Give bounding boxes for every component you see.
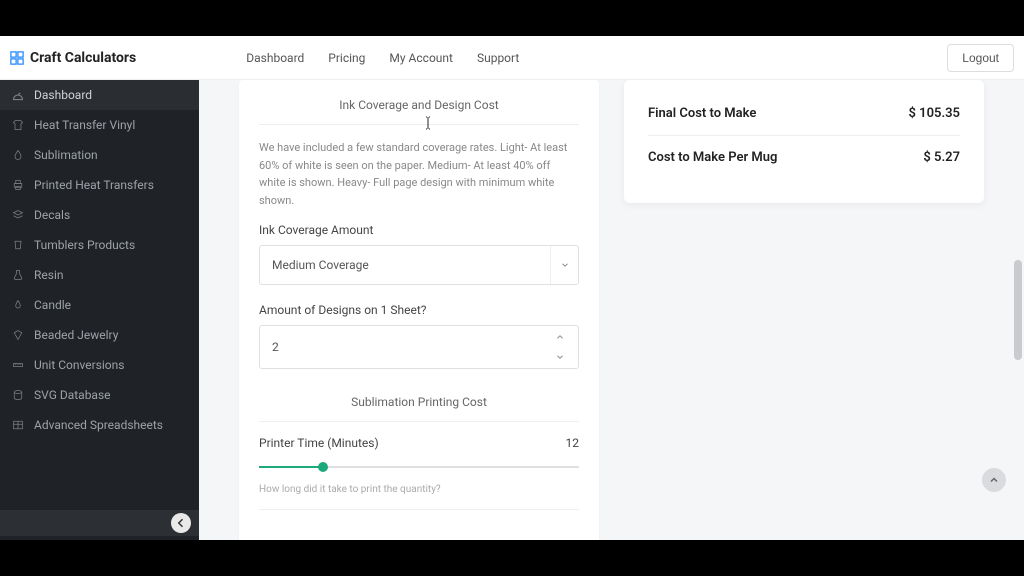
coverage-select[interactable]: Medium Coverage	[259, 245, 579, 285]
shirt-icon	[12, 119, 24, 131]
coverage-description: We have included a few standard coverage…	[259, 139, 579, 209]
nav-support[interactable]: Support	[477, 51, 519, 65]
sidebar-item-spreadsheets[interactable]: Advanced Spreadsheets	[0, 410, 199, 440]
gauge-icon	[12, 89, 24, 101]
sidebar-item-label: Tumblers Products	[34, 238, 135, 252]
sidebar-item-dashboard[interactable]: Dashboard	[0, 80, 199, 110]
sidebar-footer	[0, 510, 199, 536]
sidebar-item-label: SVG Database	[34, 388, 111, 402]
calculator-form: Ink Coverage and Design Cost We have inc…	[239, 80, 599, 540]
result-value: $ 105.35	[909, 106, 961, 121]
printer-time-label: Printer Time (Minutes)	[259, 436, 379, 450]
sidebar-item-sublimation[interactable]: Sublimation	[0, 140, 199, 170]
result-row-final: Final Cost to Make $ 105.35	[648, 92, 960, 135]
result-row-per-mug: Cost to Make Per Mug $ 5.27	[648, 135, 960, 179]
sidebar-item-htv[interactable]: Heat Transfer Vinyl	[0, 110, 199, 140]
sidebar-item-label: Candle	[34, 298, 71, 312]
printer-time-value: 12	[566, 436, 580, 450]
step-up-button[interactable]	[550, 330, 570, 344]
step-down-button[interactable]	[550, 350, 570, 364]
sidebar-item-unit-conversions[interactable]: Unit Conversions	[0, 350, 199, 380]
sidebar-item-decals[interactable]: Decals	[0, 200, 199, 230]
result-label: Final Cost to Make	[648, 106, 756, 121]
sidebar-item-label: Beaded Jewelry	[34, 328, 118, 342]
ruler-icon	[12, 359, 24, 371]
brand-logo[interactable]: Craft Calculators	[10, 50, 136, 66]
sidebar-item-pht[interactable]: Printed Heat Transfers	[0, 170, 199, 200]
section-title-printing: Sublimation Printing Cost	[259, 377, 579, 421]
chevron-down-icon	[550, 246, 578, 284]
sidebar-item-label: Decals	[34, 208, 70, 222]
sidebar-item-tumblers[interactable]: Tumblers Products	[0, 230, 199, 260]
sidebar-item-label: Sublimation	[34, 148, 98, 162]
sidebar-item-candle[interactable]: Candle	[0, 290, 199, 320]
sidebar-item-label: Heat Transfer Vinyl	[34, 118, 135, 132]
logout-button[interactable]: Logout	[947, 44, 1014, 72]
coverage-value: Medium Coverage	[272, 258, 369, 272]
sidebar: Dashboard Heat Transfer Vinyl Sublimatio…	[0, 80, 199, 540]
nav-pricing[interactable]: Pricing	[328, 51, 365, 65]
sidebar-item-jewelry[interactable]: Beaded Jewelry	[0, 320, 199, 350]
table-icon	[12, 419, 24, 431]
section-title-mug: Mug Cost	[259, 524, 579, 540]
drop-icon	[12, 149, 24, 161]
nav-links: Dashboard Pricing My Account Support	[246, 51, 519, 65]
sidebar-item-label: Dashboard	[34, 88, 92, 102]
designs-value: 2	[272, 340, 279, 354]
app-viewport: Craft Calculators Dashboard Pricing My A…	[0, 36, 1024, 540]
scroll-to-top-button[interactable]	[982, 468, 1006, 492]
brand-name: Craft Calculators	[30, 50, 136, 66]
designs-input[interactable]: 2	[259, 325, 579, 369]
layers-icon	[12, 209, 24, 221]
coverage-label: Ink Coverage Amount	[259, 223, 579, 237]
content-area: Ink Coverage and Design Cost We have inc…	[199, 80, 1024, 540]
print-icon	[12, 179, 24, 191]
printer-time-slider[interactable]	[259, 460, 579, 474]
sidebar-item-label: Unit Conversions	[34, 358, 124, 372]
sidebar-item-svg-db[interactable]: SVG Database	[0, 380, 199, 410]
top-bar: Craft Calculators Dashboard Pricing My A…	[0, 36, 1024, 80]
sidebar-item-resin[interactable]: Resin	[0, 260, 199, 290]
scrollbar-thumb[interactable]	[1014, 260, 1022, 360]
slider-thumb[interactable]	[318, 462, 328, 472]
result-label: Cost to Make Per Mug	[648, 150, 777, 165]
sidebar-item-label: Printed Heat Transfers	[34, 178, 154, 192]
logo-icon	[10, 51, 24, 65]
section-title-ink: Ink Coverage and Design Cost	[259, 80, 579, 124]
nav-dashboard[interactable]: Dashboard	[246, 51, 304, 65]
results-card: Final Cost to Make $ 105.35 Cost to Make…	[624, 80, 984, 203]
sidebar-item-label: Advanced Spreadsheets	[34, 418, 163, 432]
printer-time-hint: How long did it take to print the quanti…	[259, 484, 579, 495]
designs-label: Amount of Designs on 1 Sheet?	[259, 303, 579, 317]
cup-icon	[12, 239, 24, 251]
result-value: $ 5.27	[923, 150, 960, 165]
flask-icon	[12, 269, 24, 281]
nav-account[interactable]: My Account	[389, 51, 453, 65]
gem-icon	[12, 329, 24, 341]
sidebar-item-label: Resin	[34, 268, 64, 282]
database-icon	[12, 389, 24, 401]
collapse-sidebar-button[interactable]	[171, 513, 191, 533]
flame-icon	[12, 299, 24, 311]
